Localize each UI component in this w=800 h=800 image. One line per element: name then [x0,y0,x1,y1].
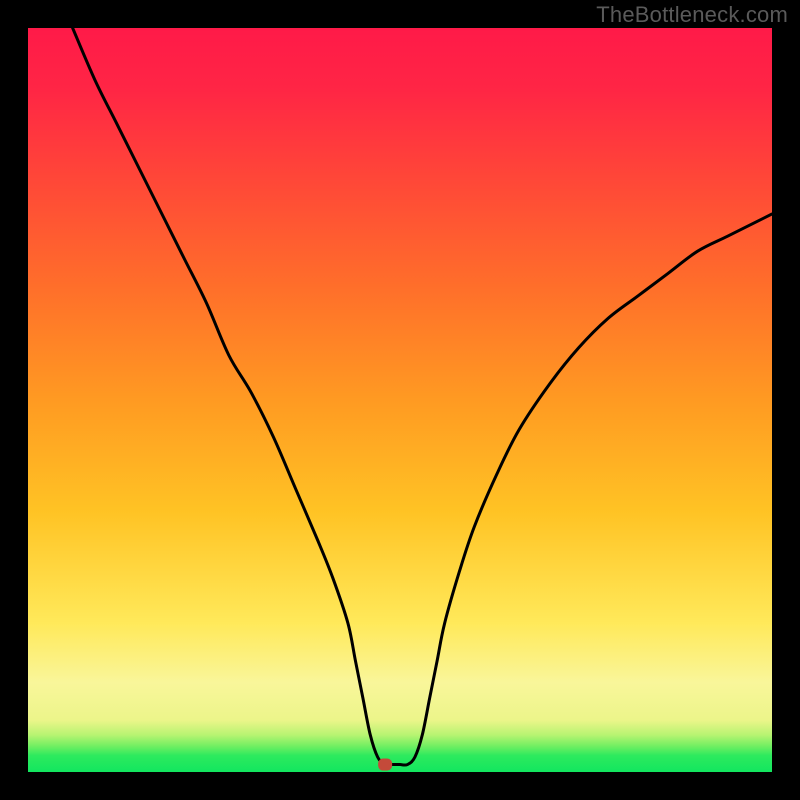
gradient-background [28,28,772,772]
optimal-point-marker [378,759,392,771]
watermark-text: TheBottleneck.com [596,2,788,28]
chart-frame: TheBottleneck.com [0,0,800,800]
chart-svg [28,28,772,772]
chart-plot-area [28,28,772,772]
